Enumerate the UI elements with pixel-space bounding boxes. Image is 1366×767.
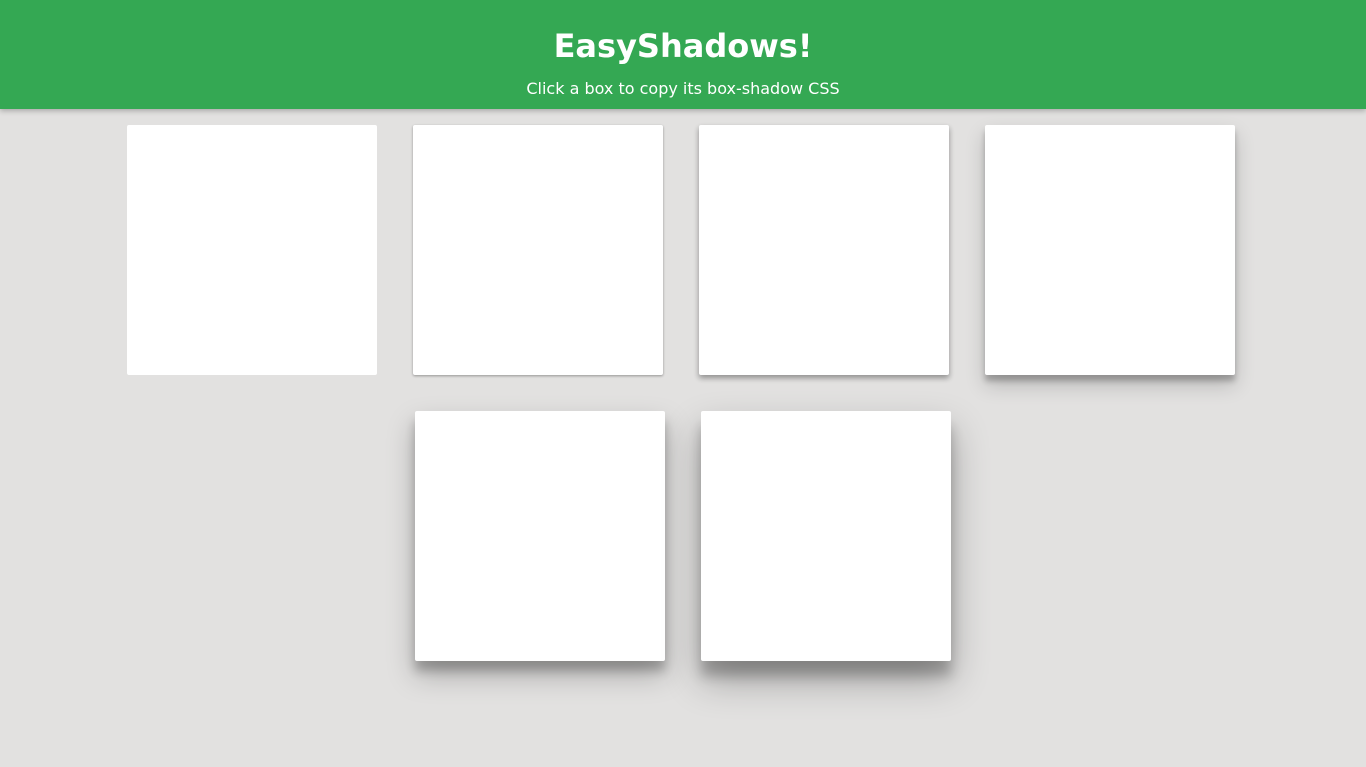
app-subtitle: Click a box to copy its box-shadow CSS bbox=[526, 79, 840, 98]
app-header: EasyShadows! Click a box to copy its box… bbox=[0, 0, 1366, 109]
shadow-box-4[interactable] bbox=[415, 411, 665, 661]
shadow-box-0[interactable] bbox=[127, 125, 377, 375]
app-title: EasyShadows! bbox=[553, 27, 813, 65]
shadow-box-1[interactable] bbox=[413, 125, 663, 375]
shadow-box-3[interactable] bbox=[985, 125, 1235, 375]
shadow-box-2[interactable] bbox=[699, 125, 949, 375]
shadow-box-5[interactable] bbox=[701, 411, 951, 661]
